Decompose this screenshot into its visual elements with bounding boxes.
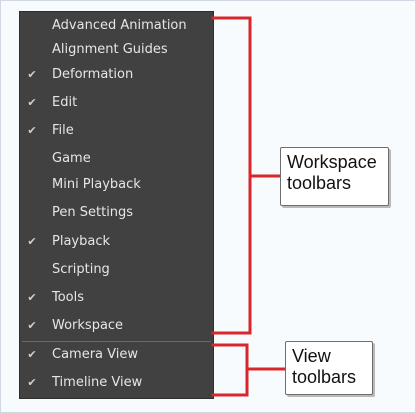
view-toolbars-callout: View toolbars: [285, 341, 373, 395]
view-bracket: [211, 343, 287, 397]
callout-line: toolbars: [287, 173, 352, 193]
workspace-bracket: [211, 16, 282, 335]
workspace-toolbars-callout: Workspace toolbars: [280, 147, 389, 206]
callout-line: Workspace: [287, 152, 377, 172]
callout-line: toolbars: [292, 367, 357, 387]
callout-line: View: [292, 346, 331, 366]
